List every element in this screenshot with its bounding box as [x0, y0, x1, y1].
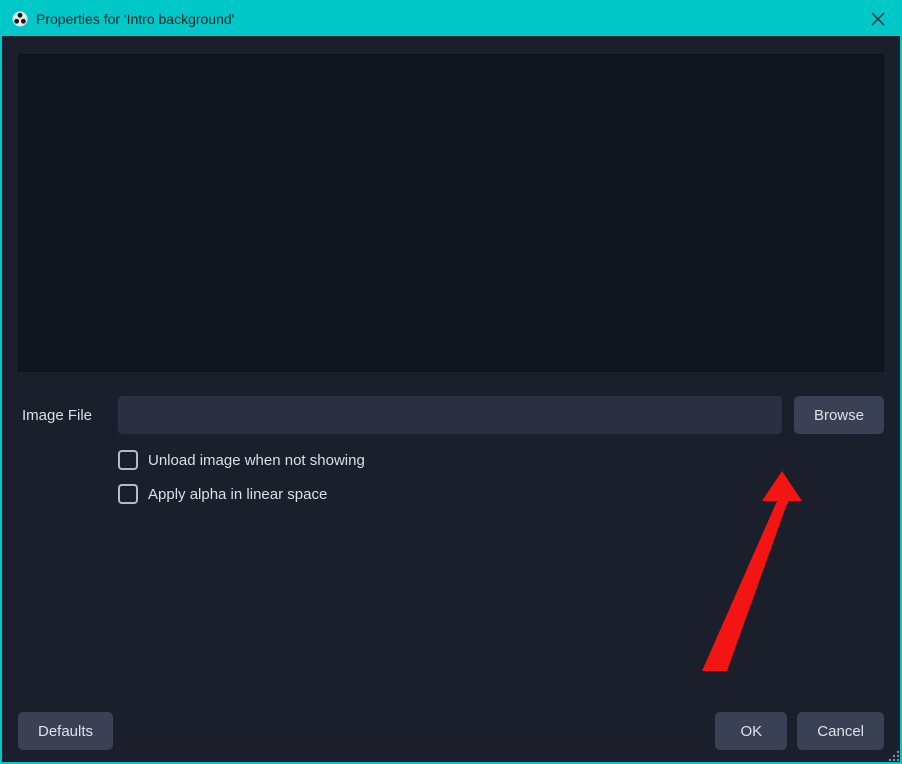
alpha-checkbox-label[interactable]: Apply alpha in linear space [148, 486, 327, 503]
image-file-row: Image File Browse [18, 396, 884, 434]
unload-checkbox-row: Unload image when not showing [118, 450, 884, 470]
browse-button[interactable]: Browse [794, 396, 884, 434]
close-button[interactable] [864, 5, 892, 33]
cancel-button[interactable]: Cancel [797, 712, 884, 750]
titlebar[interactable]: Properties for 'Intro background' [2, 2, 900, 36]
ok-button[interactable]: OK [715, 712, 787, 750]
form-area: Image File Browse Unload image when not … [18, 396, 884, 704]
image-file-input[interactable] [118, 396, 782, 434]
app-icon [10, 9, 30, 29]
defaults-button[interactable]: Defaults [18, 712, 113, 750]
properties-dialog: Properties for 'Intro background' Image … [0, 0, 902, 764]
dialog-footer: Defaults OK Cancel [18, 704, 884, 750]
alpha-checkbox[interactable] [118, 484, 138, 504]
window-title: Properties for 'Intro background' [36, 11, 858, 27]
alpha-checkbox-row: Apply alpha in linear space [118, 484, 884, 504]
unload-checkbox-label[interactable]: Unload image when not showing [148, 452, 365, 469]
preview-area [18, 54, 884, 372]
dialog-content: Image File Browse Unload image when not … [2, 36, 900, 762]
unload-checkbox[interactable] [118, 450, 138, 470]
resize-grip-icon[interactable] [886, 748, 900, 762]
image-file-label: Image File [18, 407, 106, 424]
